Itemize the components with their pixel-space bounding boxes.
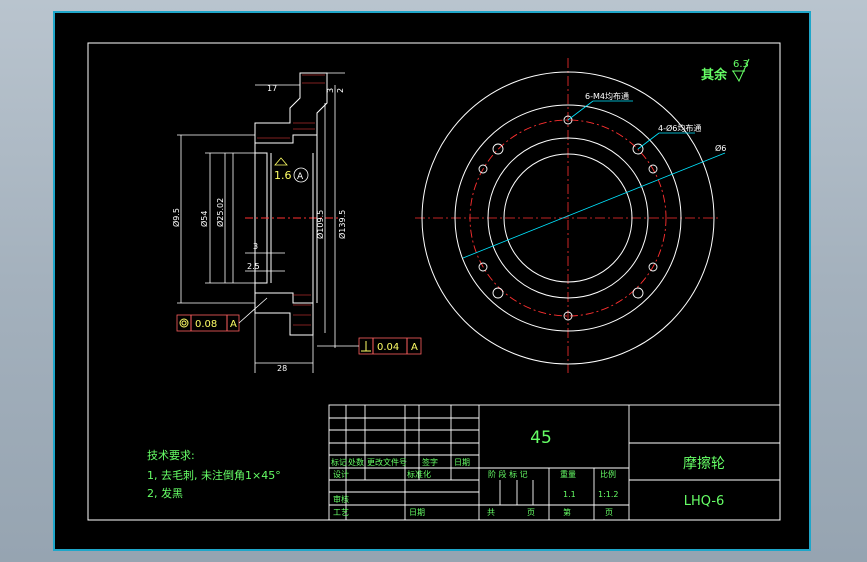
dim-inner2: Ø25.02 — [215, 198, 225, 227]
pcd-label: Ø6 — [715, 143, 726, 153]
svg-text:共: 共 — [487, 508, 495, 517]
viewer-background: 17 3 2 Ø9.5 Ø54 Ø25.02 Ø109.5 Ø139.5 3 2… — [0, 0, 867, 562]
tech-notes: 技术要求: 1, 去毛刺, 未注倒角1×45° 2, 发黑 — [147, 449, 281, 500]
svg-text:阶 段 标 记: 阶 段 标 记 — [488, 469, 528, 479]
svg-text:A: A — [411, 342, 418, 353]
svg-text:重量: 重量 — [560, 469, 576, 479]
dim-28: 28 — [277, 364, 287, 373]
datum-label: A — [297, 172, 304, 182]
tolerance-mark: 1.6 A — [274, 157, 309, 183]
dim-139-5: Ø139.5 — [337, 210, 347, 239]
svg-text:审核: 审核 — [333, 494, 349, 504]
svg-text:工艺: 工艺 — [333, 508, 349, 517]
dim-2-5: 2.5 — [247, 262, 260, 271]
dim-109-5: Ø109.5 — [315, 210, 325, 239]
svg-text:1:1.2: 1:1.2 — [598, 490, 619, 499]
cad-drawing: 17 3 2 Ø9.5 Ø54 Ø25.02 Ø109.5 Ø139.5 3 2… — [87, 42, 781, 521]
svg-text:日期: 日期 — [454, 458, 470, 467]
holes-label-b: 4-Ø6均布通 — [658, 123, 701, 133]
fcf-perpendicular: 0.04 A — [317, 337, 422, 355]
dim-3a: 3 — [326, 88, 335, 93]
svg-text:1.6: 1.6 — [274, 169, 292, 182]
notes-line1: 1, 去毛刺, 未注倒角1×45° — [147, 468, 281, 482]
svg-text:标记: 标记 — [331, 457, 347, 467]
plan-view — [415, 58, 726, 373]
svg-text:标准化: 标准化 — [407, 469, 431, 479]
notes-line2: 2, 发黑 — [147, 486, 183, 500]
svg-text:日期: 日期 — [409, 508, 425, 517]
material: 45 — [530, 428, 552, 448]
dim-2a: 2 — [336, 88, 345, 93]
svg-text:1.1: 1.1 — [563, 490, 576, 499]
svg-text:0.04: 0.04 — [377, 342, 399, 353]
dim-17: 17 — [267, 84, 277, 93]
roughness-symbol: 其余 6.3 — [701, 58, 750, 83]
svg-text:其余: 其余 — [701, 67, 728, 83]
part-name: 摩擦轮 — [683, 455, 725, 472]
holes-label-a: 6-M4均布通 — [585, 91, 629, 101]
svg-text:比例: 比例 — [600, 469, 616, 479]
svg-text:第: 第 — [563, 507, 571, 517]
svg-text:设计: 设计 — [333, 469, 349, 479]
drawing-sheet: 17 3 2 Ø9.5 Ø54 Ø25.02 Ø109.5 Ø139.5 3 2… — [53, 11, 811, 551]
drawing-number: LHQ-6 — [684, 494, 725, 509]
svg-text:签字: 签字 — [422, 457, 438, 467]
svg-text:页: 页 — [605, 508, 613, 517]
svg-text:更改文件号: 更改文件号 — [367, 457, 407, 467]
dim-9-5: Ø9.5 — [171, 208, 181, 227]
dim-3b: 3 — [253, 242, 258, 251]
svg-text:处数: 处数 — [348, 457, 364, 467]
notes-title: 技术要求: — [147, 449, 195, 462]
svg-text:页: 页 — [527, 508, 535, 517]
dim-54: Ø54 — [199, 211, 209, 227]
section-view — [245, 72, 340, 336]
svg-text:A: A — [230, 319, 237, 330]
svg-text:0.08: 0.08 — [195, 319, 217, 330]
concentric-icon — [179, 318, 189, 328]
